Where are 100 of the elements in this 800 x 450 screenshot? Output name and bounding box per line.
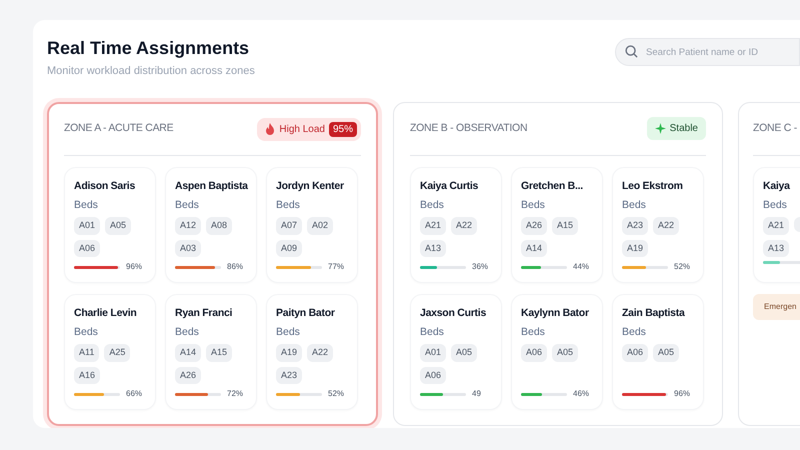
workload-percent: 36% (472, 261, 488, 273)
workload-percent: 44% (573, 261, 590, 273)
bed-tag: A03 (175, 240, 202, 257)
patient-card[interactable]: Kaylynn Bator Beds A06 A05 46% (511, 294, 603, 410)
workload-percent: 52% (674, 261, 690, 273)
patient-card[interactable]: Ryan Franci Beds A14 A15 A26 72% (165, 294, 257, 410)
bed-tag: A22 (307, 344, 334, 362)
patient-card[interactable]: Gretchen B... Beds A26 A15 A14 44% (511, 166, 603, 282)
bed-tag: A11 (74, 344, 100, 362)
beds-label: Beds (420, 198, 445, 214)
bed-tag: A08 (206, 217, 232, 234)
patient-card[interactable]: Aspen Baptista Beds A12 A08 A03 86% (165, 166, 257, 282)
bed-tag: A09 (276, 240, 302, 257)
bed-tag: A05 (552, 344, 578, 362)
patient-name: Jaxson Curtis (420, 306, 488, 320)
beds-label: Beds (74, 325, 99, 340)
beds-label: Beds (622, 325, 647, 340)
patient-name: Aspen Baptista (175, 178, 247, 194)
patient-name: Kaiya (763, 178, 791, 194)
patient-card[interactable]: Kaiya Beds A21 A13 (753, 166, 800, 282)
workload-percent: 46% (573, 388, 590, 400)
beds-label: Beds (521, 198, 546, 214)
sparkle-icon (654, 123, 666, 134)
bed-tag: A02 (307, 217, 334, 234)
patient-card[interactable]: Paityn Bator Beds A19 A22 A23 52% (266, 294, 358, 410)
bed-tag: A22 (451, 217, 478, 234)
beds-label: Beds (622, 198, 647, 214)
page-subtitle: Monitor workload distribution across zones (47, 64, 255, 79)
bed-tag: A06 (622, 344, 648, 362)
zone-title: ZONE A - ACUTE CARE (64, 121, 174, 136)
bed-tag: A05 (653, 344, 680, 362)
beds-label: Beds (420, 325, 445, 340)
patient-card[interactable]: Leo Ekstrom Beds A23 A22 A19 52% (612, 166, 704, 282)
beds-label: Beds (175, 325, 200, 340)
zone-title: ZONE B - OBSERVATION (410, 120, 528, 136)
workload-percent: 66% (126, 388, 142, 400)
status-label: Stable (670, 122, 698, 136)
patient-name: Jordyn Kenter (276, 178, 345, 194)
patient-card[interactable]: Jaxson Curtis Beds A01 A05 A06 49 (410, 294, 502, 410)
beds-label: Beds (763, 198, 788, 214)
patient-card[interactable]: Adison Saris Beds A01 A05 A06 96% (64, 166, 156, 282)
bed-tag: A14 (521, 240, 548, 257)
load-percent: 95% (328, 122, 357, 136)
bed-tag: A13 (763, 240, 790, 257)
bed-tag: A06 (521, 344, 548, 362)
patient-name: Gretchen B... (521, 178, 584, 194)
beds-label: Beds (521, 325, 546, 340)
workload-percent: 96% (674, 388, 690, 400)
workload-percent: 96% (126, 261, 142, 273)
bed-tag: A26 (175, 366, 202, 384)
bed-tag: A06 (74, 240, 100, 257)
patient-name: Zain Baptista (622, 306, 686, 320)
bed-tag: A01 (74, 217, 100, 234)
search-field[interactable]: Search Patient name or ID (615, 38, 800, 66)
patient-name: Kaylynn Bator (521, 306, 590, 320)
bed-tag: A23 (276, 366, 302, 384)
bed-tag: A25 (104, 344, 130, 362)
bed-tag: A12 (175, 217, 202, 234)
patient-name: Leo Ekstrom (622, 178, 684, 194)
workload-percent: 49 (472, 388, 481, 400)
patient-card[interactable]: Charlie Levin Beds A11 A25 A16 66% (64, 294, 156, 410)
bed-tag: A01 (420, 344, 446, 362)
patient-name: Adison Saris (74, 178, 136, 194)
status-label: High Load (279, 122, 325, 136)
bed-tag: A15 (552, 217, 578, 234)
workload-percent: 72% (227, 388, 244, 400)
bed-tag: A05 (451, 344, 478, 362)
emergency-tag: Emergen (753, 294, 800, 320)
bed-tag: A23 (622, 217, 648, 234)
bed-tag: A15 (206, 344, 232, 362)
bed-tag: A22 (653, 217, 680, 234)
bed-tag: A14 (175, 344, 202, 362)
patient-name: Paityn Bator (276, 306, 336, 320)
patient-name: Ryan Franci (175, 306, 234, 320)
bed-tag: A21 (763, 217, 790, 234)
bed-tag: A19 (276, 344, 302, 362)
patient-name: Kaiya Curtis (420, 178, 480, 194)
patient-card[interactable]: Jordyn Kenter Beds A07 A02 A09 77% (266, 166, 358, 282)
bed-tag: A21 (420, 217, 446, 234)
bed-tag: A26 (521, 217, 548, 234)
beds-label: Beds (276, 198, 301, 214)
bed-tag: A13 (420, 240, 446, 257)
bed-tag: A06 (420, 366, 446, 384)
bed-tag: A19 (622, 240, 648, 257)
workload-percent: 77% (328, 261, 344, 273)
beds-label: Beds (74, 198, 99, 214)
page-title: Real Time Assignments (47, 37, 250, 60)
bed-tag: A05 (105, 217, 132, 234)
beds-label: Beds (175, 198, 200, 214)
bed-tag: A16 (74, 366, 100, 384)
bed-tag: A07 (276, 217, 302, 234)
patient-card[interactable]: Zain Baptista Beds A06 A05 96% (612, 294, 704, 410)
workload-percent: 86% (227, 261, 244, 273)
patient-name: Charlie Levin (74, 306, 138, 320)
patient-card[interactable]: Kaiya Curtis Beds A21 A22 A13 36% (410, 166, 502, 282)
zone-title: ZONE C - (753, 120, 797, 136)
workload-percent: 52% (328, 388, 344, 400)
search-icon (625, 45, 638, 58)
beds-label: Beds (276, 325, 301, 340)
flame-icon (265, 123, 276, 135)
